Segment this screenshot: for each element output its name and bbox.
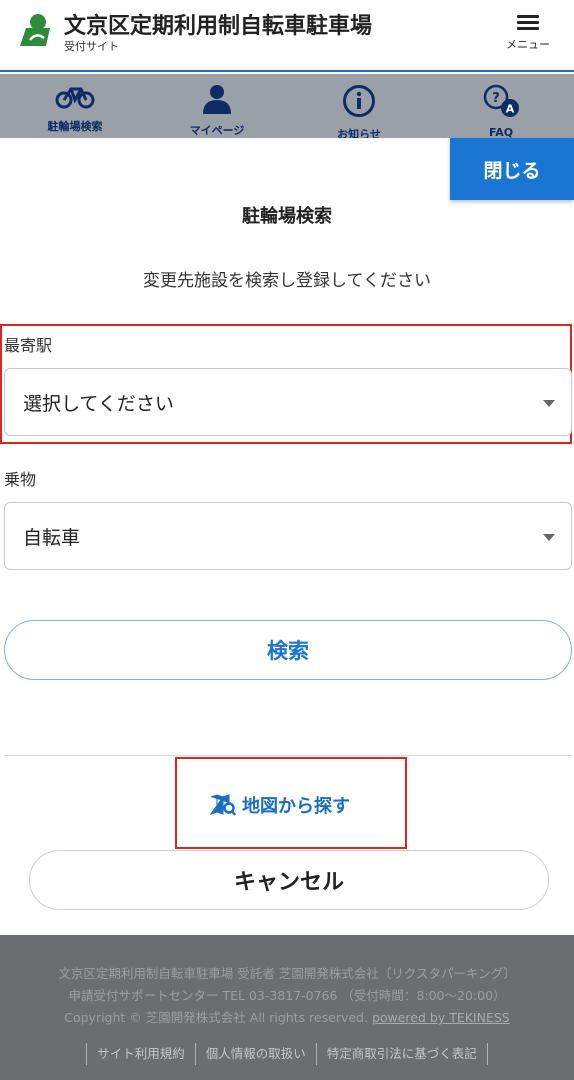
nav-label: FAQ: [488, 126, 514, 138]
site-header: 文京区定期利用制自転車駐車場 受付サイト メニュー: [0, 0, 574, 72]
bicycle-icon: [55, 87, 95, 109]
footer-link-terms[interactable]: サイト利用規約: [86, 1043, 195, 1065]
footer-contact: 申請受付サポートセンター TEL 03-3817-0766 （受付時間：8:00…: [68, 988, 506, 1003]
person-icon: [203, 85, 231, 114]
nav-label: 駐輪場検索: [47, 120, 103, 133]
nav-label: マイページ: [189, 124, 245, 137]
site-footer: 文京区定期利用制自転車駐車場 受託者 芝園開発株式会社〔リクスタパーキング〕 申…: [0, 935, 574, 1080]
site-subtitle: 受付サイト: [64, 40, 119, 53]
vehicle-select[interactable]: 自転車: [4, 502, 572, 570]
nav-item-faq[interactable]: ? A FAQ: [456, 84, 546, 138]
nav-label: お知らせ: [337, 128, 381, 138]
menu-label: メニュー: [506, 38, 550, 51]
menu-button[interactable]: メニュー: [500, 12, 556, 58]
map-search-link[interactable]: 地図から探す: [210, 790, 350, 820]
footer-links: サイト利用規約 個人情報の取扱い 特定商取引法に基づく表記: [0, 1043, 574, 1065]
close-button[interactable]: 閉じる: [450, 138, 574, 200]
chevron-down-icon: [543, 534, 555, 541]
cancel-button[interactable]: キャンセル: [29, 850, 549, 910]
vehicle-select-value: 自転車: [23, 526, 81, 549]
footer-copyright-line: Copyright © 芝園開発株式会社 All rights reserved…: [0, 1007, 574, 1028]
nav-item-news[interactable]: お知らせ: [314, 84, 404, 138]
main-nav: 駐輪場検索 マイページ お知らせ ? A FAQ: [0, 74, 574, 138]
search-button[interactable]: 検索: [4, 620, 572, 680]
faq-icon: ? A: [483, 84, 519, 117]
station-select-value: 選択してください: [23, 392, 174, 415]
parking-search-modal: 閉じる 駐輪場検索 変更先施設を検索し登録してください 最寄駅 選択してください…: [0, 138, 574, 935]
map-search-icon: [210, 794, 236, 816]
logo-icon: [20, 14, 50, 46]
footer-operator: 文京区定期利用制自転車駐車場 受託者 芝園開発株式会社〔リクスタパーキング〕: [58, 966, 516, 981]
station-select[interactable]: 選択してください: [4, 368, 572, 436]
nav-item-mypage[interactable]: マイページ: [172, 84, 262, 138]
footer-link-commerce-law[interactable]: 特定商取引法に基づく表記: [315, 1043, 488, 1065]
footer-copyright: Copyright © 芝園開発株式会社 All rights reserved…: [64, 1010, 368, 1025]
svg-text:A: A: [506, 103, 515, 116]
footer-link-privacy[interactable]: 個人情報の取扱い: [194, 1043, 316, 1065]
info-icon: [343, 85, 375, 117]
vehicle-label: 乗物: [4, 470, 37, 489]
powered-by-link[interactable]: powered by TEKINESS: [372, 1010, 510, 1025]
map-search-label: 地図から探す: [242, 796, 350, 817]
modal-description: 変更先施設を検索し登録してください: [143, 271, 431, 291]
divider: [4, 755, 572, 756]
nav-item-parking-search[interactable]: 駐輪場検索: [30, 84, 120, 134]
svg-text:?: ?: [492, 91, 500, 106]
chevron-down-icon: [543, 400, 555, 407]
modal-title: 駐輪場検索: [242, 206, 332, 227]
hamburger-icon: [517, 15, 539, 30]
station-label: 最寄駅: [4, 336, 53, 355]
site-title[interactable]: 文京区定期利用制自転車駐車場: [64, 8, 372, 40]
